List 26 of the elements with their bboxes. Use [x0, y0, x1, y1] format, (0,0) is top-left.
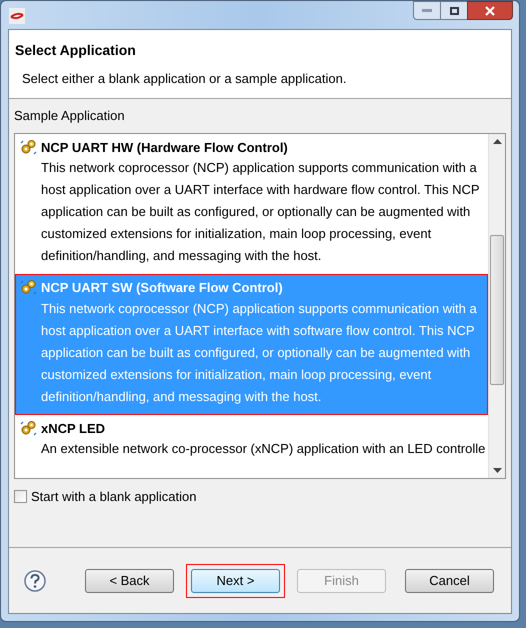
- app-logo-icon: [9, 8, 25, 24]
- close-button[interactable]: [467, 1, 513, 20]
- gears-icon: [20, 279, 37, 296]
- close-icon: [484, 6, 496, 16]
- application-description: This network coprocessor (NCP) application supports communication with a host application over a UART interface with software flow control. This NCP application can be built as configured, or optionally can be augmented with customized extensions for initialization, main loop processing, event definition/handling, and messaging with the host.: [41, 300, 478, 406]
- checkbox[interactable]: [14, 490, 27, 503]
- scroll-up-icon[interactable]: [492, 138, 502, 144]
- gears-icon: [20, 138, 37, 156]
- dialog-button[interactable]: Next >: [191, 568, 280, 592]
- scrollbar-thumb[interactable]: [490, 234, 504, 384]
- application-name: NCP UART SW (Software Flow Control): [41, 279, 283, 297]
- page-title: Select Application: [15, 41, 137, 60]
- application-description: An extensible network co-processor (xNCP) application with an LED controlle: [41, 440, 483, 458]
- help-icon[interactable]: [24, 570, 46, 592]
- scrollbar[interactable]: [488, 134, 505, 478]
- scroll-down-icon[interactable]: [492, 468, 502, 472]
- application-description: This network coprocessor (NCP) application supports communication with a host application over a UART interface with hardware flow control. This NCP application can be built as configured, or optionally can be augmented with customized extensions for initialization, main loop processing, event definition/handling, and messaging with the host.: [41, 159, 480, 265]
- restore-button[interactable]: [441, 1, 467, 20]
- gears-icon: [20, 420, 37, 437]
- dialog-button[interactable]: < Back: [85, 568, 174, 592]
- checkbox-label: Start with a blank application: [31, 488, 196, 506]
- application-name: NCP UART HW (Hardware Flow Control): [41, 138, 288, 157]
- application-name: xNCP LED: [41, 420, 106, 438]
- list-label: Sample Application: [14, 107, 126, 125]
- page-description: Select either a blank application or a sample application.: [22, 70, 348, 88]
- dialog-button[interactable]: Cancel: [405, 568, 494, 592]
